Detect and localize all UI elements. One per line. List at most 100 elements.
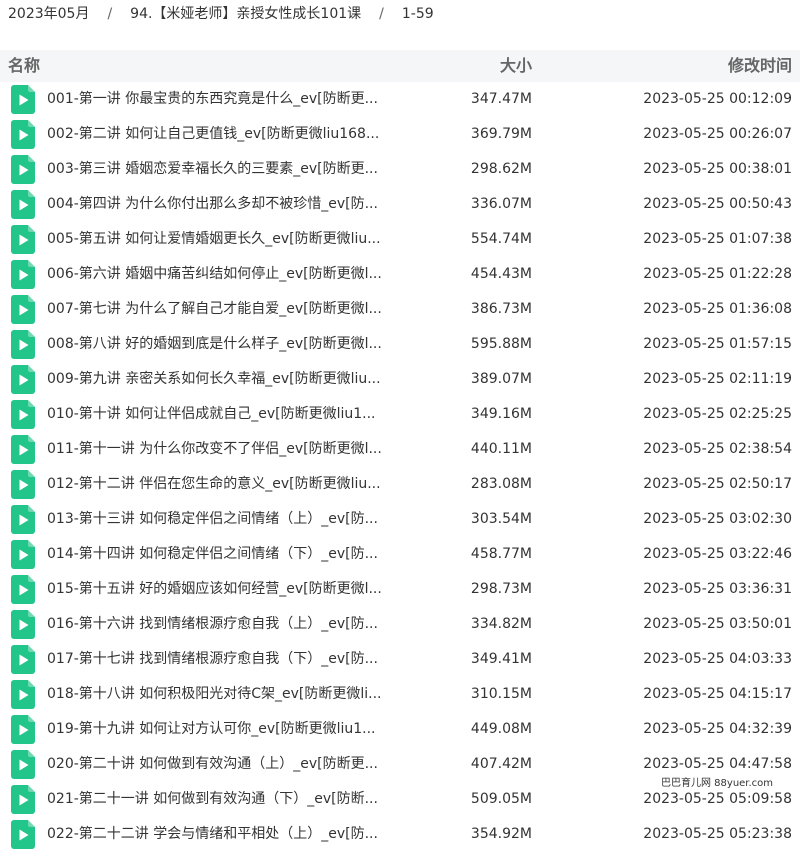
file-row[interactable]: 015-第十五讲 好的婚姻应该如何经营_ev[防断更微l... 298.73M 20… — [0, 572, 800, 607]
video-file-icon — [11, 645, 35, 674]
file-name[interactable]: 014-第十四讲 如何稳定伴侣之间情绪（下）_ev[防... — [47, 537, 407, 572]
file-row[interactable]: 013-第十三讲 如何稳定伴侣之间情绪（上）_ev[防... 303.54M 202… — [0, 502, 800, 537]
file-modified-time: 2023-05-25 00:50:43 — [643, 196, 792, 212]
video-file-icon — [11, 750, 35, 779]
file-size: 303.54M — [470, 511, 532, 527]
file-name[interactable]: 001-第一讲 你最宝贵的东西究竟是什么_ev[防断更... — [47, 82, 407, 117]
column-header-size[interactable]: 大小 — [500, 50, 532, 82]
breadcrumb-item-month[interactable]: 2023年05月 — [8, 6, 89, 22]
file-modified-time: 2023-05-25 01:07:38 — [643, 231, 792, 247]
file-modified-time: 2023-05-25 04:15:17 — [643, 686, 792, 702]
file-size: 389.07M — [470, 371, 532, 387]
file-modified-time: 2023-05-25 03:36:31 — [643, 581, 792, 597]
file-list: 001-第一讲 你最宝贵的东西究竟是什么_ev[防断更... 347.47M 202… — [0, 82, 800, 852]
breadcrumb-item-course[interactable]: 94.【米娅老师】亲授女性成长101课 — [130, 6, 361, 22]
file-name[interactable]: 005-第五讲 如何让爱情婚姻更长久_ev[防断更微liu... — [47, 222, 407, 257]
video-file-icon — [11, 505, 35, 534]
breadcrumb: 2023年05月 / 94.【米娅老师】亲授女性成长101课 / 1-59 — [8, 0, 434, 28]
file-name[interactable]: 008-第八讲 好的婚姻到底是什么样子_ev[防断更微l... — [47, 327, 407, 362]
file-size: 458.77M — [470, 546, 532, 562]
video-file-icon — [11, 365, 35, 394]
file-name[interactable]: 015-第十五讲 好的婚姻应该如何经营_ev[防断更微l... — [47, 572, 407, 607]
file-row[interactable]: 012-第十二讲 伴侣在您生命的意义_ev[防断更微liu... 283.08M 2… — [0, 467, 800, 502]
file-name[interactable]: 016-第十六讲 找到情绪根源疗愈自我（上）_ev[防... — [47, 607, 407, 642]
file-row[interactable]: 005-第五讲 如何让爱情婚姻更长久_ev[防断更微liu... 554.74M 2… — [0, 222, 800, 257]
file-modified-time: 2023-05-25 02:11:19 — [643, 371, 792, 387]
file-name[interactable]: 011-第十一讲 为什么你改变不了伴侣_ev[防断更微l... — [47, 432, 407, 467]
file-size: 347.47M — [470, 91, 532, 107]
breadcrumb-separator: / — [107, 6, 113, 22]
file-name[interactable]: 004-第四讲 为什么你付出那么多却不被珍惜_ev[防... — [47, 187, 407, 222]
file-name[interactable]: 012-第十二讲 伴侣在您生命的意义_ev[防断更微liu... — [47, 467, 407, 502]
video-file-icon — [11, 715, 35, 744]
file-name[interactable]: 017-第十七讲 找到情绪根源疗愈自我（下）_ev[防... — [47, 642, 407, 677]
file-name[interactable]: 002-第二讲 如何让自己更值钱_ev[防断更微liu168... — [47, 117, 407, 152]
video-file-icon — [11, 435, 35, 464]
file-size: 554.74M — [470, 231, 532, 247]
file-modified-time: 2023-05-25 01:22:28 — [643, 266, 792, 282]
file-row[interactable]: 016-第十六讲 找到情绪根源疗愈自我（上）_ev[防... 334.82M 202… — [0, 607, 800, 642]
file-modified-time: 2023-05-25 02:50:17 — [643, 476, 792, 492]
file-name[interactable]: 009-第九讲 亲密关系如何长久幸福_ev[防断更微liu... — [47, 362, 407, 397]
file-row[interactable]: 008-第八讲 好的婚姻到底是什么样子_ev[防断更微l... 595.88M 20… — [0, 327, 800, 362]
file-row[interactable]: 011-第十一讲 为什么你改变不了伴侣_ev[防断更微l... 440.11M 20… — [0, 432, 800, 467]
file-row[interactable]: 018-第十八讲 如何积极阳光对待C架_ev[防断更微li... 310.15M 2… — [0, 677, 800, 712]
video-file-icon — [11, 190, 35, 219]
file-modified-time: 2023-05-25 04:03:33 — [643, 651, 792, 667]
file-size: 369.79M — [470, 126, 532, 142]
file-row[interactable]: 002-第二讲 如何让自己更值钱_ev[防断更微liu168... 369.79M… — [0, 117, 800, 152]
video-file-icon — [11, 785, 35, 814]
file-modified-time: 2023-05-25 00:26:07 — [643, 126, 792, 142]
file-name[interactable]: 021-第二十一讲 如何做到有效沟通（下）_ev[防断... — [47, 782, 407, 817]
file-list-header: 名称 大小 修改时间 — [0, 50, 800, 82]
file-size: 354.92M — [470, 826, 532, 842]
breadcrumb-separator: / — [379, 6, 384, 22]
file-size: 310.15M — [470, 686, 532, 702]
video-file-icon — [11, 400, 35, 429]
file-size: 509.05M — [470, 791, 532, 807]
file-modified-time: 2023-05-25 03:22:46 — [643, 546, 792, 562]
column-header-modified-time[interactable]: 修改时间 — [728, 50, 792, 82]
column-header-name[interactable]: 名称 — [8, 50, 40, 82]
file-row[interactable]: 019-第十九讲 如何让对方认可你_ev[防断更微liu1... 449.08M 2… — [0, 712, 800, 747]
file-row[interactable]: 003-第三讲 婚姻恋爱幸福长久的三要素_ev[防断更... 298.62M 202… — [0, 152, 800, 187]
file-name[interactable]: 013-第十三讲 如何稳定伴侣之间情绪（上）_ev[防... — [47, 502, 407, 537]
video-file-icon — [11, 330, 35, 359]
file-row[interactable]: 017-第十七讲 找到情绪根源疗愈自我（下）_ev[防... 349.41M 202… — [0, 642, 800, 677]
file-name[interactable]: 019-第十九讲 如何让对方认可你_ev[防断更微liu1... — [47, 712, 407, 747]
file-size: 298.73M — [470, 581, 532, 597]
file-name[interactable]: 003-第三讲 婚姻恋爱幸福长久的三要素_ev[防断更... — [47, 152, 407, 187]
file-row[interactable]: 010-第十讲 如何让伴侣成就自己_ev[防断更微liu1... 349.16M 2… — [0, 397, 800, 432]
file-name[interactable]: 020-第二十讲 如何做到有效沟通（上）_ev[防断更... — [47, 747, 407, 782]
video-file-icon — [11, 680, 35, 709]
file-row[interactable]: 001-第一讲 你最宝贵的东西究竟是什么_ev[防断更... 347.47M 202… — [0, 82, 800, 117]
file-size: 349.41M — [470, 651, 532, 667]
file-row[interactable]: 006-第六讲 婚姻中痛苦纠结如何停止_ev[防断更微l... 454.43M 20… — [0, 257, 800, 292]
video-file-icon — [11, 610, 35, 639]
file-size: 440.11M — [470, 441, 532, 457]
video-file-icon — [11, 295, 35, 324]
file-row[interactable]: 014-第十四讲 如何稳定伴侣之间情绪（下）_ev[防... 458.77M 202… — [0, 537, 800, 572]
file-size: 298.62M — [470, 161, 532, 177]
file-name[interactable]: 018-第十八讲 如何积极阳光对待C架_ev[防断更微li... — [47, 677, 407, 712]
file-row[interactable]: 022-第二十二讲 学会与情绪和平相处（上）_ev[防... 354.92M 202… — [0, 817, 800, 852]
video-file-icon — [11, 470, 35, 499]
file-name[interactable]: 007-第七讲 为什么了解自己才能自爱_ev[防断更微l... — [47, 292, 407, 327]
file-row[interactable]: 009-第九讲 亲密关系如何长久幸福_ev[防断更微liu... 389.07M 2… — [0, 362, 800, 397]
file-size: 386.73M — [470, 301, 532, 317]
breadcrumb-item-current-folder[interactable]: 1-59 — [402, 6, 434, 22]
file-size: 407.42M — [470, 756, 532, 772]
file-modified-time: 2023-05-25 04:32:39 — [643, 721, 792, 737]
video-file-icon — [11, 540, 35, 569]
file-name[interactable]: 010-第十讲 如何让伴侣成就自己_ev[防断更微liu1... — [47, 397, 407, 432]
video-file-icon — [11, 225, 35, 254]
video-file-icon — [11, 575, 35, 604]
file-name[interactable]: 006-第六讲 婚姻中痛苦纠结如何停止_ev[防断更微l... — [47, 257, 407, 292]
file-modified-time: 2023-05-25 05:23:38 — [643, 826, 792, 842]
file-modified-time: 2023-05-25 00:38:01 — [643, 161, 792, 177]
video-file-icon — [11, 120, 35, 149]
file-name[interactable]: 022-第二十二讲 学会与情绪和平相处（上）_ev[防... — [47, 817, 407, 852]
file-row[interactable]: 007-第七讲 为什么了解自己才能自爱_ev[防断更微l... 386.73M 20… — [0, 292, 800, 327]
file-row[interactable]: 004-第四讲 为什么你付出那么多却不被珍惜_ev[防... 336.07M 202… — [0, 187, 800, 222]
file-modified-time: 2023-05-25 03:02:30 — [643, 511, 792, 527]
